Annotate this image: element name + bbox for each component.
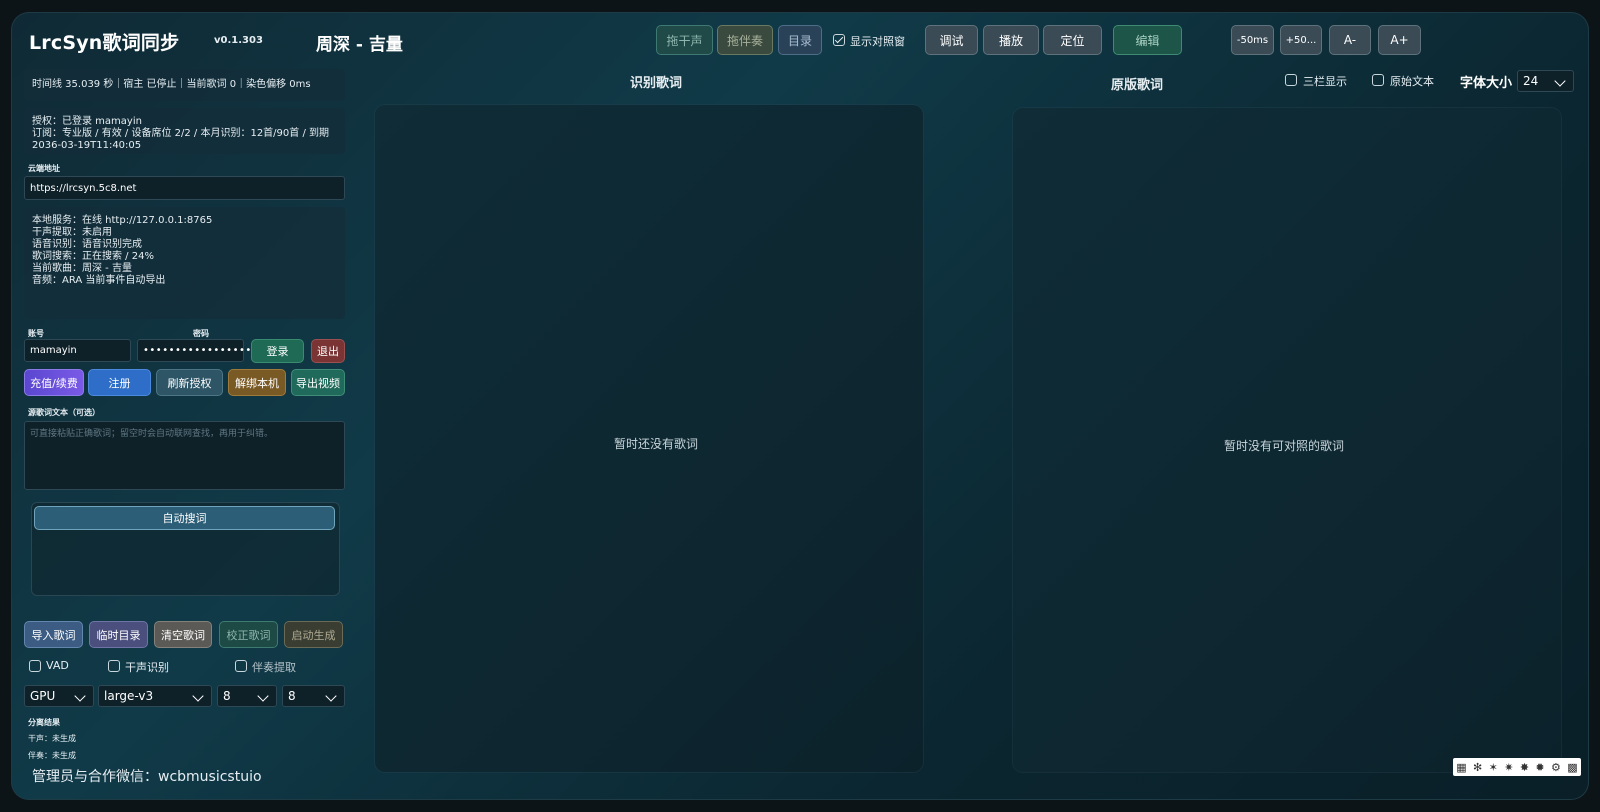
device-select-value: GPU (30, 689, 56, 703)
subscription-line: 订阅：专业版 / 有效 / 设备席位 2/2 / 本月识别：12首/90首 / … (32, 128, 329, 139)
pattern-icon: ▩ (1567, 760, 1578, 774)
chevron-down-icon (74, 690, 86, 702)
edit-button[interactable]: 编辑 (1113, 25, 1182, 55)
vad-label: VAD (46, 659, 69, 672)
login-button[interactable]: 登录 (251, 339, 304, 363)
import-lyrics-button[interactable]: 导入歌词 (24, 621, 83, 648)
start-generate-button[interactable]: 启动生成 (284, 621, 343, 648)
unbind-device-button[interactable]: 解绑本机 (228, 369, 286, 396)
font-size-value: 24 (1523, 74, 1539, 88)
timeline-status-text: 时间线 35.039 秒｜宿主 已停止｜当前歌词 0｜染色偏移 0ms (32, 79, 311, 90)
gear-icon: ⚙ (1551, 760, 1561, 774)
show-compare-checkbox[interactable] (833, 34, 845, 46)
current-song-title: 周深 - 吉量 (316, 35, 403, 55)
original-empty-message: 暂时没有可对照的歌词 (1223, 439, 1345, 453)
option-select-2-value: 8 (288, 689, 296, 703)
username-input[interactable]: mamayin (24, 339, 131, 362)
correct-lyrics-button[interactable]: 校正歌词 (219, 621, 278, 648)
pattern-icon: ✷ (1504, 760, 1514, 774)
app-title: LrcSyn歌词同步 (29, 32, 180, 54)
license-line: 授权：已登录 mamayin (32, 116, 142, 127)
chevron-down-icon (1554, 75, 1566, 87)
pattern-icon: ✶ (1488, 760, 1498, 774)
raw-text-checkbox[interactable] (1372, 74, 1384, 86)
footer-contact: 管理员与合作微信：wcbmusicstuio (32, 769, 262, 785)
option-select-1[interactable]: 8 (217, 685, 277, 707)
show-compare-label: 显示对照窗 (850, 35, 905, 48)
offset-plus-50ms-button[interactable]: +50... (1280, 25, 1322, 55)
cloud-address-label: 云端地址 (28, 164, 60, 173)
pattern-icon: ✸ (1519, 760, 1530, 774)
refresh-license-button[interactable]: 刷新授权 (156, 369, 223, 396)
license-panel: 授权：已登录 mamayin 订阅：专业版 / 有效 / 设备席位 2/2 / … (24, 108, 345, 154)
play-button[interactable]: 播放 (983, 25, 1039, 55)
drag-accompaniment-button[interactable]: 拖伴奏 (717, 25, 773, 55)
status-icon-strip: ▦ ✻ ✶ ✷ ✸ ✹ ⚙ ▩ (1453, 758, 1581, 776)
chevron-down-icon (325, 690, 337, 702)
service-line: 歌词搜索：正在搜索 / 24% (32, 251, 154, 262)
timeline-status-panel: 时间线 35.039 秒｜宿主 已停止｜当前歌词 0｜染色偏移 0ms (24, 69, 345, 101)
export-video-button[interactable]: 导出视频 (291, 369, 345, 396)
separation-accomp-status: 伴奏：未生成 (28, 751, 76, 760)
service-line: 当前歌曲：周深 - 吉量 (32, 263, 132, 274)
grid-icon: ▦ (1456, 760, 1467, 774)
separation-title: 分离结果 (28, 718, 60, 727)
app-window: LrcSyn歌词同步 v0.1.303 周深 - 吉量 拖干声 拖伴奏 目录 显… (11, 12, 1589, 800)
cloud-address-input[interactable]: https://lrcsyn.5c8.net (24, 176, 345, 200)
font-size-select[interactable]: 24 (1517, 70, 1574, 92)
clear-lyrics-button[interactable]: 清空歌词 (154, 621, 212, 648)
account-label: 账号 (28, 329, 44, 338)
vocal-recognition-checkbox[interactable] (108, 660, 120, 672)
vad-checkbox[interactable] (29, 660, 41, 672)
original-lyrics-title: 原版歌词 (1110, 78, 1164, 93)
font-decrease-button[interactable]: A- (1329, 25, 1371, 55)
three-column-label: 三栏显示 (1303, 75, 1347, 88)
register-button[interactable]: 注册 (88, 369, 151, 396)
three-column-checkbox[interactable] (1285, 74, 1297, 86)
source-lyrics-label: 源歌词文本（可选） (28, 408, 100, 417)
chevron-down-icon (257, 690, 269, 702)
raw-text-label: 原始文本 (1390, 75, 1434, 88)
service-line: 音频：ARA 当前事件自动导出 (32, 275, 166, 286)
drag-vocal-button[interactable]: 拖干声 (656, 25, 713, 55)
accompaniment-extract-checkbox[interactable] (235, 660, 247, 672)
logout-button[interactable]: 退出 (311, 339, 345, 363)
service-line: 语音识别：语音识别完成 (32, 239, 142, 250)
service-line: 本地服务：在线 http://127.0.0.1:8765 (32, 215, 213, 226)
recognized-lyrics-title: 识别歌词 (629, 76, 683, 91)
catalog-button[interactable]: 目录 (778, 25, 822, 55)
device-select[interactable]: GPU (24, 685, 94, 707)
service-status-panel: 本地服务：在线 http://127.0.0.1:8765 干声提取：未启用 语… (24, 207, 345, 319)
offset-minus-50ms-button[interactable]: -50ms (1231, 25, 1274, 55)
font-size-label: 字体大小 (1460, 76, 1513, 91)
separation-vocal-status: 干声：未生成 (28, 734, 76, 743)
recharge-button[interactable]: 充值/续费 (24, 369, 84, 396)
password-label: 密码 (193, 329, 209, 338)
vocal-recognition-label: 干声识别 (125, 661, 169, 674)
password-input[interactable]: •••••••••••••••••• (137, 339, 258, 362)
font-increase-button[interactable]: A+ (1378, 25, 1421, 55)
source-lyrics-textarea[interactable]: 可直接粘贴正确歌词；留空时会自动联网查找，再用于纠错。 (24, 421, 345, 490)
option-select-1-value: 8 (223, 689, 231, 703)
model-select-value: large-v3 (104, 689, 154, 703)
model-select[interactable]: large-v3 (98, 685, 212, 707)
debug-button[interactable]: 调试 (925, 25, 978, 55)
chevron-down-icon (192, 690, 204, 702)
service-line: 干声提取：未启用 (32, 227, 112, 238)
auto-search-button[interactable]: 自动搜词 (34, 506, 335, 530)
recognized-empty-message: 暂时还没有歌词 (613, 437, 699, 451)
temp-dir-button[interactable]: 临时目录 (89, 621, 148, 648)
option-select-2[interactable]: 8 (282, 685, 345, 707)
locate-button[interactable]: 定位 (1043, 25, 1102, 55)
expiry-line: 2036-03-19T11:40:05 (32, 140, 142, 151)
pattern-icon: ✻ (1472, 760, 1483, 774)
version-label: v0.1.303 (214, 35, 263, 46)
accompaniment-extract-label: 伴奏提取 (252, 661, 296, 674)
pattern-icon: ✹ (1535, 760, 1545, 774)
